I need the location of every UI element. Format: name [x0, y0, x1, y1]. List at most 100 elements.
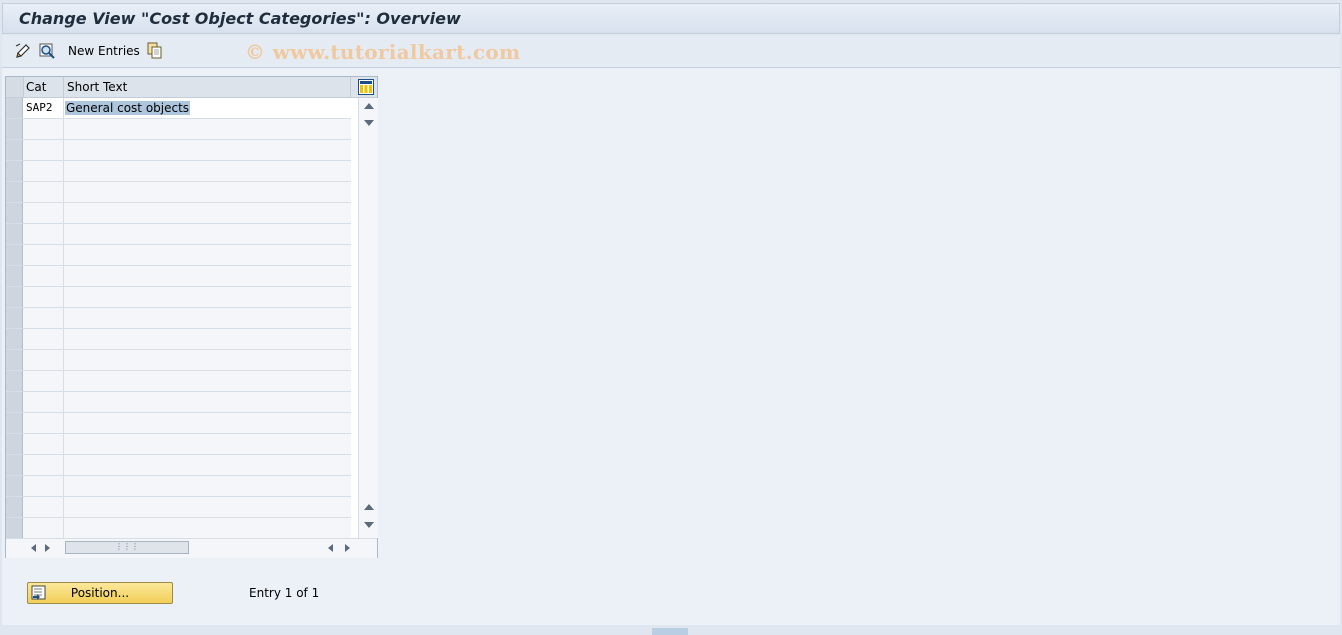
row-selector[interactable] [6, 287, 23, 307]
cell-cat[interactable] [23, 329, 64, 349]
table-settings-icon[interactable] [358, 79, 374, 95]
display-change-icon[interactable] [14, 42, 32, 60]
row-selector[interactable] [6, 413, 23, 433]
scroll-down-icon[interactable] [364, 120, 374, 126]
table-row[interactable] [6, 140, 351, 161]
cell-short-text[interactable] [64, 476, 351, 496]
cell-short-text[interactable] [64, 350, 351, 370]
scroll-left-end-icon[interactable] [328, 544, 333, 552]
cell-cat[interactable]: SAP2 [23, 98, 64, 118]
cell-short-text[interactable] [64, 287, 351, 307]
cell-cat[interactable] [23, 413, 64, 433]
cell-short-text[interactable] [64, 392, 351, 412]
table-row[interactable] [6, 329, 351, 350]
cell-cat[interactable] [23, 287, 64, 307]
row-selector[interactable] [6, 182, 23, 202]
cell-cat[interactable] [23, 434, 64, 454]
row-selector[interactable] [6, 119, 23, 139]
scroll-right-icon[interactable] [45, 544, 50, 552]
cell-short-text[interactable] [64, 203, 351, 223]
select-all-button[interactable] [6, 77, 24, 97]
page-down-icon[interactable] [364, 522, 374, 528]
row-selector[interactable] [6, 476, 23, 496]
cell-short-text[interactable]: General cost objects [64, 98, 351, 118]
cell-cat[interactable] [23, 203, 64, 223]
row-selector[interactable] [6, 245, 23, 265]
table-row[interactable] [6, 308, 351, 329]
cell-short-text[interactable] [64, 413, 351, 433]
cell-cat[interactable] [23, 245, 64, 265]
row-selector[interactable] [6, 98, 23, 118]
horizontal-scrollbar[interactable]: ⋮⋮⋮ [6, 538, 377, 558]
cell-cat[interactable] [23, 119, 64, 139]
cell-short-text[interactable] [64, 245, 351, 265]
row-selector[interactable] [6, 371, 23, 391]
cell-cat[interactable] [23, 308, 64, 328]
cell-cat[interactable] [23, 266, 64, 286]
cell-short-text[interactable] [64, 518, 351, 538]
cell-short-text[interactable] [64, 224, 351, 244]
cell-short-text[interactable] [64, 161, 351, 181]
row-selector[interactable] [6, 497, 23, 517]
cell-cat[interactable] [23, 371, 64, 391]
cell-short-text[interactable] [64, 455, 351, 475]
row-selector[interactable] [6, 455, 23, 475]
page-up-icon[interactable] [364, 504, 374, 510]
cell-short-text[interactable] [64, 434, 351, 454]
cell-cat[interactable] [23, 350, 64, 370]
row-selector[interactable] [6, 224, 23, 244]
table-row[interactable] [6, 371, 351, 392]
row-selector[interactable] [6, 329, 23, 349]
row-selector[interactable] [6, 518, 23, 538]
cell-short-text[interactable] [64, 182, 351, 202]
row-selector[interactable] [6, 203, 23, 223]
table-row[interactable] [6, 245, 351, 266]
cell-short-text[interactable] [64, 266, 351, 286]
cell-short-text[interactable] [64, 329, 351, 349]
scroll-left-icon[interactable] [31, 544, 36, 552]
scroll-right-end-icon[interactable] [345, 544, 350, 552]
cell-cat[interactable] [23, 518, 64, 538]
horizontal-scroll-thumb[interactable]: ⋮⋮⋮ [65, 541, 189, 554]
row-selector[interactable] [6, 140, 23, 160]
copy-icon[interactable] [146, 42, 164, 60]
position-button[interactable]: Position... [27, 582, 173, 604]
table-row[interactable] [6, 476, 351, 497]
table-row[interactable] [6, 182, 351, 203]
cell-short-text[interactable] [64, 371, 351, 391]
column-header-short-text[interactable]: Short Text [64, 77, 351, 97]
cell-cat[interactable] [23, 392, 64, 412]
table-row[interactable] [6, 119, 351, 140]
cell-short-text[interactable] [64, 497, 351, 517]
details-icon[interactable] [38, 42, 56, 60]
table-row[interactable] [6, 392, 351, 413]
row-selector[interactable] [6, 161, 23, 181]
table-row[interactable] [6, 455, 351, 476]
table-row[interactable] [6, 518, 351, 539]
table-row[interactable] [6, 161, 351, 182]
vertical-scrollbar[interactable] [358, 98, 378, 538]
table-row[interactable] [6, 413, 351, 434]
table-row[interactable]: SAP2 General cost objects [6, 98, 351, 119]
table-row[interactable] [6, 434, 351, 455]
new-entries-button[interactable]: New Entries [68, 44, 140, 58]
cell-cat[interactable] [23, 455, 64, 475]
table-row[interactable] [6, 287, 351, 308]
row-selector[interactable] [6, 266, 23, 286]
row-selector[interactable] [6, 350, 23, 370]
cell-cat[interactable] [23, 476, 64, 496]
table-row[interactable] [6, 497, 351, 518]
cell-cat[interactable] [23, 182, 64, 202]
table-row[interactable] [6, 203, 351, 224]
cell-short-text[interactable] [64, 140, 351, 160]
table-row[interactable] [6, 350, 351, 371]
cell-cat[interactable] [23, 224, 64, 244]
column-header-cat[interactable]: Cat [23, 77, 64, 97]
cell-short-text[interactable] [64, 308, 351, 328]
cell-cat[interactable] [23, 497, 64, 517]
cell-cat[interactable] [23, 140, 64, 160]
row-selector[interactable] [6, 308, 23, 328]
scroll-up-icon[interactable] [364, 103, 374, 109]
row-selector[interactable] [6, 392, 23, 412]
row-selector[interactable] [6, 434, 23, 454]
